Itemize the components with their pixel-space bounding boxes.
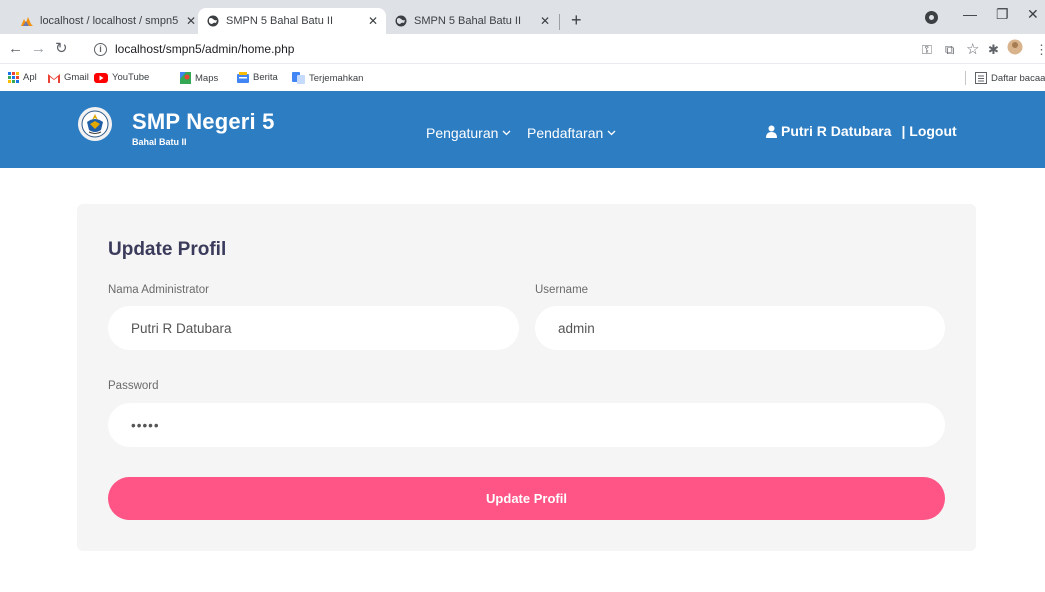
reading-list-label: Daftar bacaan (991, 72, 1045, 84)
password-label: Password (108, 380, 159, 392)
tab-title: SMPN 5 Bahal Batu II (414, 15, 521, 27)
bookmarks-bar: Apl Gmail YouTube Maps Berita Terjemahka… (0, 64, 1045, 91)
bookmark-label: Berita (253, 72, 278, 83)
update-profile-card: Update Profil Nama Administrator Usernam… (77, 204, 976, 551)
bookmark-berita[interactable]: Berita (237, 72, 278, 83)
school-logo[interactable] (78, 107, 112, 141)
close-tab-icon[interactable]: ✕ (540, 14, 550, 28)
gmail-icon (48, 73, 60, 83)
restore-icon[interactable]: ❐ (996, 6, 1009, 23)
logout-link[interactable]: | Logout (901, 123, 956, 139)
user-menu: Putri R Datubara | Logout (766, 123, 957, 139)
bookmark-label: Maps (195, 72, 219, 84)
bookmark-apps[interactable]: Apl (8, 72, 37, 83)
bookmark-youtube[interactable]: YouTube (94, 72, 149, 83)
avatar-icon[interactable] (1007, 39, 1023, 58)
nav-label: Pengaturan (426, 125, 499, 141)
browser-tab[interactable]: SMPN 5 Bahal Batu II ✕ (386, 8, 558, 34)
globe-icon (206, 14, 220, 28)
tab-title: localhost / localhost / smpn5 / s (40, 15, 180, 27)
password-input[interactable] (108, 403, 945, 447)
forward-icon[interactable]: → (31, 40, 46, 57)
news-icon (237, 72, 249, 83)
bookmark-star-icon[interactable]: ☆ (966, 40, 979, 58)
bookmark-label: Apl (23, 72, 37, 83)
tab-title: SMPN 5 Bahal Batu II (226, 15, 333, 27)
globe-icon (394, 14, 408, 28)
username-input[interactable] (535, 306, 945, 350)
chevron-down-icon (502, 128, 511, 139)
apps-grid-icon (8, 72, 19, 83)
tab-separator (559, 14, 560, 30)
browser-tabstrip: localhost / localhost / smpn5 / s ✕ SMPN… (0, 0, 1045, 34)
close-tab-icon[interactable]: ✕ (186, 14, 196, 28)
key-icon[interactable]: ⚿ (922, 42, 932, 58)
site-subtitle: Bahal Batu II (132, 137, 187, 147)
update-profile-button[interactable]: Update Profil (108, 477, 945, 520)
url-text: localhost/smpn5/admin/home.php (115, 42, 295, 56)
minimize-icon[interactable]: — (963, 6, 977, 22)
browser-tab-phpmyadmin[interactable]: localhost / localhost / smpn5 / s ✕ (12, 8, 204, 34)
youtube-icon (94, 72, 108, 83)
menu-icon[interactable]: ⋮ (1035, 42, 1045, 58)
browser-toolbar: ← → ↻ i localhost/smpn5/admin/home.php ⚿… (0, 34, 1045, 64)
form-heading: Update Profil (108, 239, 227, 260)
translate-icon (292, 72, 305, 84)
reading-list-icon (975, 72, 987, 84)
address-bar[interactable]: i localhost/smpn5/admin/home.php (92, 38, 912, 60)
close-tab-icon[interactable]: ✕ (368, 14, 378, 28)
bookmark-label: Gmail (64, 72, 89, 83)
reading-list[interactable]: Daftar bacaan (975, 72, 1045, 84)
reload-icon[interactable]: ↻ (55, 39, 68, 57)
site-title[interactable]: SMP Negeri 5 (132, 109, 275, 135)
bookmark-terjemahkan[interactable]: Terjemahkan (292, 72, 363, 84)
back-icon[interactable]: ← (8, 40, 23, 57)
phpmyadmin-icon (20, 14, 34, 28)
translate-icon[interactable]: ⧉ (945, 42, 954, 58)
nav-pengaturan[interactable]: Pengaturan (426, 125, 511, 141)
bookmark-maps[interactable]: Maps (180, 72, 218, 84)
user-icon (766, 125, 777, 138)
browser-tab-active[interactable]: SMPN 5 Bahal Batu II ✕ (198, 8, 386, 34)
user-name[interactable]: Putri R Datubara (781, 123, 891, 139)
bookmarks-separator (965, 71, 966, 85)
info-icon[interactable]: i (94, 42, 107, 56)
name-label: Nama Administrator (108, 284, 209, 296)
chevron-down-icon (607, 128, 616, 139)
new-tab-icon[interactable]: + (571, 10, 582, 30)
extensions-icon[interactable]: ✱ (988, 42, 999, 58)
window-close-icon[interactable]: ✕ (1027, 6, 1039, 23)
nav-label: Pendaftaran (527, 125, 604, 141)
site-header: SMP Negeri 5 Bahal Batu II Pengaturan Pe… (0, 91, 1045, 168)
admin-name-input[interactable] (108, 306, 519, 350)
username-label: Username (535, 284, 589, 296)
bookmark-label: Terjemahkan (309, 72, 364, 84)
bookmark-label: YouTube (112, 72, 150, 83)
nav-pendaftaran[interactable]: Pendaftaran (527, 125, 616, 141)
maps-icon (180, 72, 191, 84)
profile-icon[interactable] (925, 11, 938, 24)
bookmark-gmail[interactable]: Gmail (48, 72, 89, 83)
